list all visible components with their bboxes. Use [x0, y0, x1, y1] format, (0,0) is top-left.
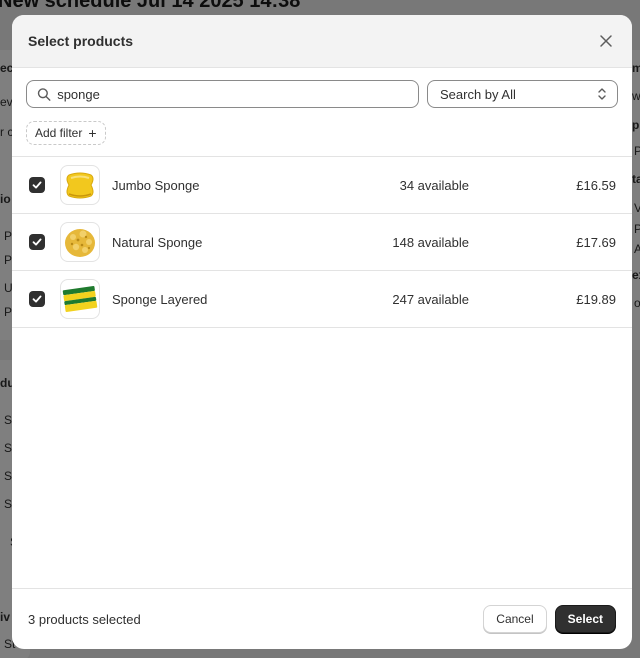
product-price: £16.59: [576, 177, 616, 193]
add-filter-button[interactable]: Add filter +: [26, 121, 106, 145]
select-button[interactable]: Select: [554, 605, 616, 633]
product-name: Natural Sponge: [112, 234, 203, 250]
search-by-value: Search by All: [440, 86, 516, 102]
cancel-button[interactable]: Cancel: [483, 605, 547, 633]
product-thumbnail: [60, 165, 100, 205]
product-row[interactable]: Sponge Layered 247 available £19.89: [12, 271, 632, 328]
close-button[interactable]: [596, 31, 616, 51]
modal-title: Select products: [28, 33, 134, 49]
layered-sponge-image: [62, 286, 98, 312]
plus-icon: +: [88, 125, 97, 141]
search-field[interactable]: [26, 80, 419, 108]
select-products-modal: Select products Search by All: [12, 15, 632, 649]
checkmark-icon: [32, 238, 42, 246]
product-thumbnail: [60, 279, 100, 319]
modal-footer: 3 products selected Cancel Select: [12, 588, 632, 649]
search-icon: [37, 87, 51, 101]
checkmark-icon: [32, 295, 42, 303]
product-thumbnail: [60, 222, 100, 262]
product-checkbox[interactable]: [29, 234, 45, 250]
product-list: Jumbo Sponge 34 available £16.59 Natural…: [12, 156, 632, 328]
natural-sponge-image: [65, 229, 95, 257]
modal-header: Select products: [12, 15, 632, 68]
search-input[interactable]: [57, 86, 408, 102]
product-checkbox[interactable]: [29, 291, 45, 307]
product-price: £19.89: [576, 291, 616, 307]
product-name: Jumbo Sponge: [112, 177, 200, 193]
product-row[interactable]: Natural Sponge 148 available £17.69: [12, 214, 632, 271]
product-availability: 247 available: [392, 291, 469, 307]
jumbo-sponge-image: [66, 172, 94, 199]
product-name: Sponge Layered: [112, 291, 208, 307]
filter-bar: Search by All Add filter +: [12, 68, 632, 145]
checkmark-icon: [32, 181, 42, 189]
selected-count: 3 products selected: [28, 611, 141, 627]
add-filter-label: Add filter: [35, 126, 83, 140]
product-availability: 148 available: [392, 234, 469, 250]
product-price: £17.69: [576, 234, 616, 250]
search-by-select[interactable]: Search by All: [427, 80, 618, 108]
select-chevron-icon: [598, 88, 606, 100]
product-availability: 34 available: [399, 177, 469, 193]
close-icon: [600, 35, 612, 47]
product-row[interactable]: Jumbo Sponge 34 available £16.59: [12, 157, 632, 214]
product-checkbox[interactable]: [29, 177, 45, 193]
